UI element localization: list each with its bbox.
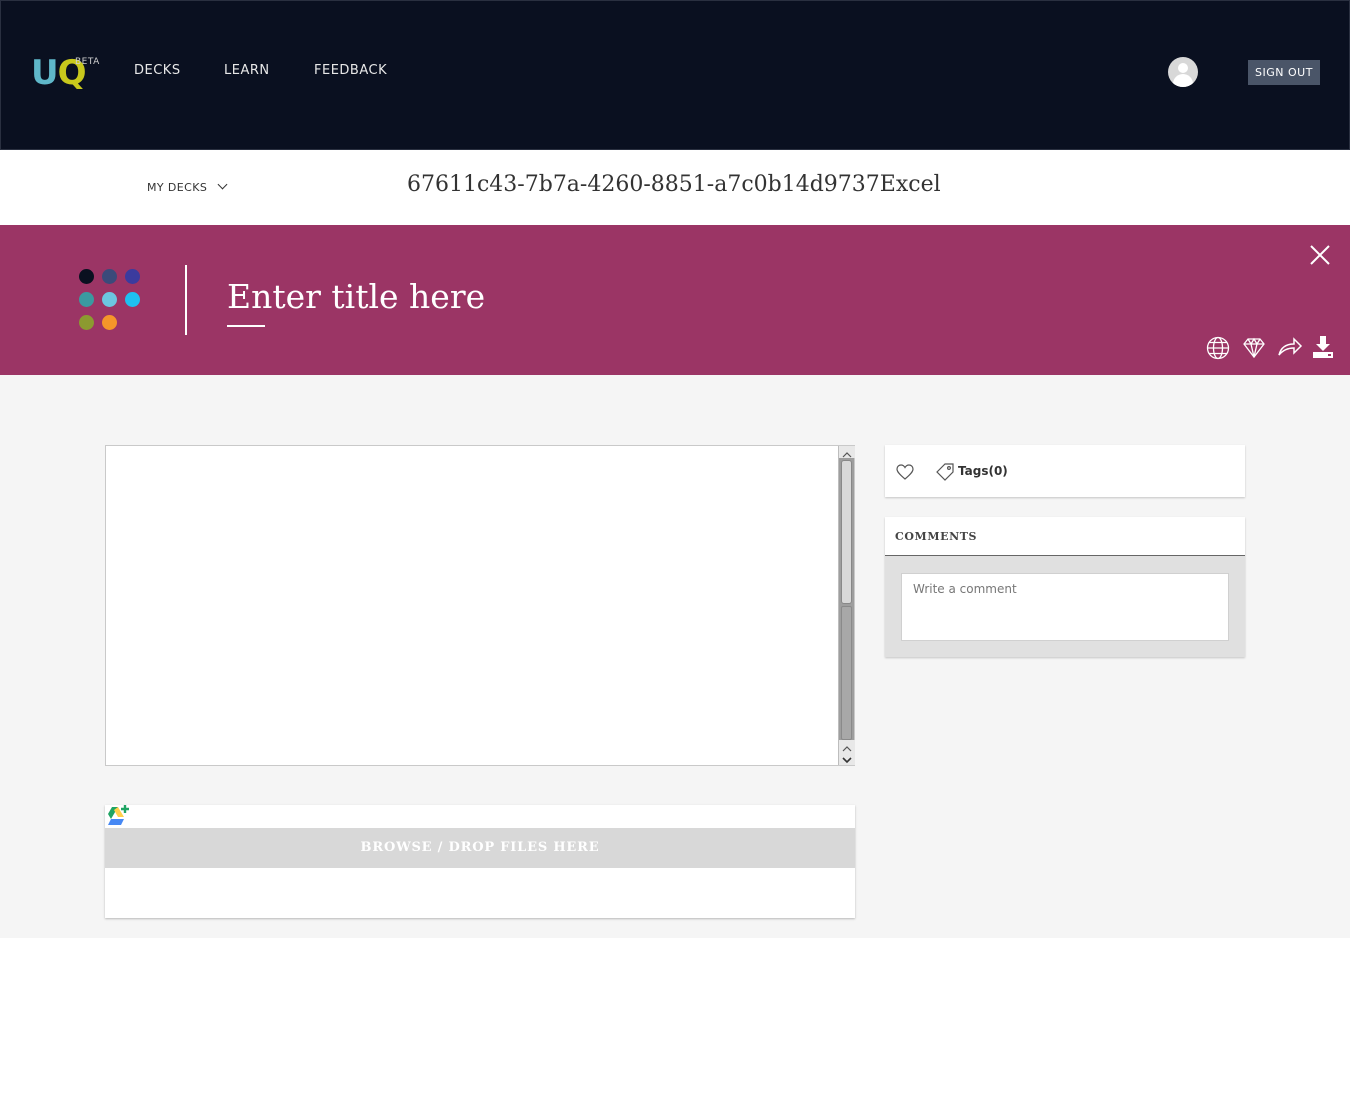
avatar[interactable] <box>1168 57 1198 87</box>
color-dot-8[interactable] <box>102 315 117 330</box>
color-dot-4[interactable] <box>79 292 94 307</box>
browse-drop-files-button[interactable]: BROWSE / DROP FILES HERE <box>105 828 855 868</box>
color-dot-7[interactable] <box>79 315 94 330</box>
deck-editor[interactable] <box>105 445 855 766</box>
document-id-title: 67611c43-7b7a-4260-8851-a7c0b14d9737Exce… <box>407 172 941 197</box>
deck-banner <box>0 225 1350 375</box>
tags-count[interactable]: Tags(0) <box>958 464 1008 478</box>
main-content: BROWSE / DROP FILES HERE Tags(0) COMMENT… <box>0 375 1350 938</box>
globe-icon[interactable] <box>1205 335 1231 361</box>
close-icon[interactable] <box>1308 243 1332 267</box>
sign-out-button[interactable]: SIGN OUT <box>1248 60 1320 85</box>
avatar-body <box>1173 74 1193 87</box>
scrollbar-thumb[interactable] <box>841 460 852 604</box>
title-input[interactable] <box>227 277 927 316</box>
scroll-down-arrow[interactable] <box>839 752 855 765</box>
google-drive-icon[interactable] <box>105 805 129 827</box>
nav-decks[interactable]: DECKS <box>134 63 181 78</box>
uq-logo[interactable]: UQ BETA <box>31 53 99 93</box>
heart-icon[interactable] <box>895 463 915 481</box>
nav-learn[interactable]: LEARN <box>224 63 270 78</box>
top-navbar: UQ BETA DECKS LEARN FEEDBACK SIGN OUT <box>0 0 1350 150</box>
title-underline <box>227 325 265 327</box>
my-decks-dropdown[interactable]: MY DECKS <box>147 179 228 194</box>
sub-header: MY DECKS 67611c43-7b7a-4260-8851-a7c0b14… <box>0 150 1350 225</box>
comments-header: COMMENTS <box>885 517 1245 556</box>
comment-input[interactable] <box>901 573 1229 641</box>
file-uploader: BROWSE / DROP FILES HERE <box>105 805 855 918</box>
banner-divider <box>185 265 187 335</box>
color-dot-6[interactable] <box>125 292 140 307</box>
download-icon[interactable] <box>1312 335 1338 361</box>
color-dot-3[interactable] <box>125 269 140 284</box>
diamond-icon[interactable] <box>1241 335 1267 361</box>
scroll-up-arrow[interactable] <box>839 446 855 458</box>
logo-u: U <box>31 53 59 93</box>
scrollbar-track[interactable] <box>841 606 852 740</box>
beta-badge: BETA <box>75 57 100 67</box>
avatar-head <box>1178 63 1188 73</box>
nav-feedback[interactable]: FEEDBACK <box>314 63 387 78</box>
color-dot-2[interactable] <box>102 269 117 284</box>
editor-scrollbar[interactable] <box>838 446 855 765</box>
tag-icon[interactable] <box>935 462 955 482</box>
comments-title: COMMENTS <box>895 530 978 543</box>
chevron-down-icon <box>217 179 228 190</box>
comments-panel: COMMENTS <box>885 517 1245 657</box>
color-dot-1[interactable] <box>79 269 94 284</box>
color-dot-5[interactable] <box>102 292 117 307</box>
tags-bar: Tags(0) <box>885 445 1245 497</box>
scroll-up-arrow-bottom[interactable] <box>839 740 855 752</box>
share-icon[interactable] <box>1277 335 1303 361</box>
color-palette[interactable] <box>79 269 149 339</box>
my-decks-label: MY DECKS <box>147 181 208 194</box>
